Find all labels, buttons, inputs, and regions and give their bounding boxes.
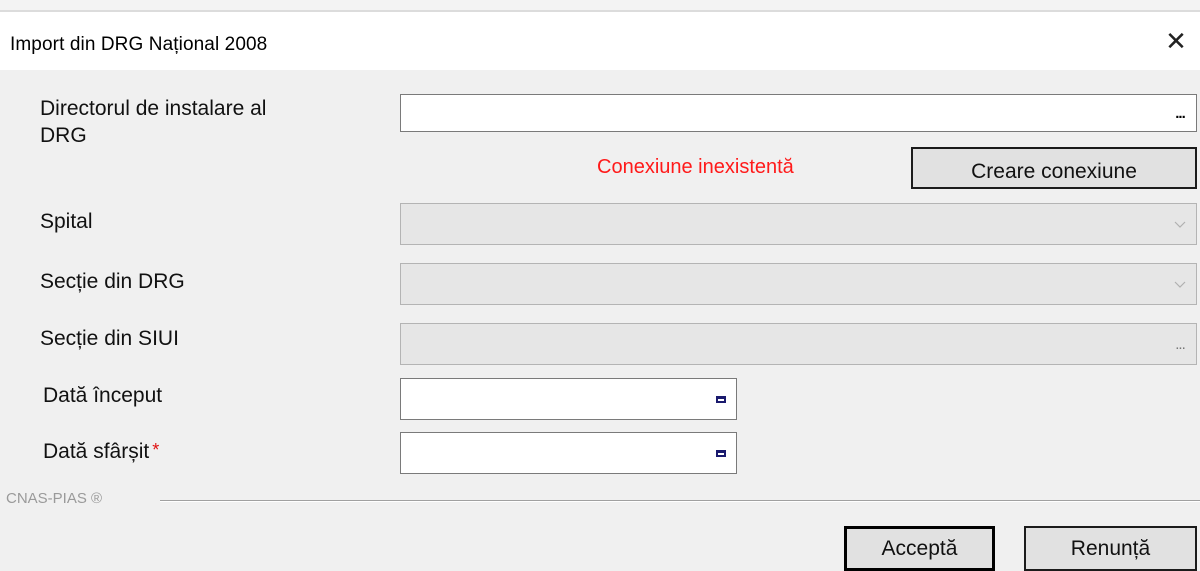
install-dir-label-line2: DRG (40, 124, 87, 147)
required-marker: * (152, 440, 160, 460)
siui-section-browse-button[interactable]: ... (1166, 326, 1194, 362)
brand-label: CNAS-PIAS ® (6, 490, 109, 507)
ellipsis-icon: ... (1175, 104, 1185, 122)
chevron-down-icon (1170, 204, 1190, 244)
ellipsis-icon: ... (1175, 335, 1185, 353)
accept-label: Acceptă (881, 536, 958, 560)
start-date-label: Dată început (43, 384, 163, 407)
dialog-body: Directorul de instalare al DRG ... Conex… (0, 70, 1200, 571)
end-date-label-text: Dată sfârșit (43, 440, 150, 463)
install-dir-input[interactable]: ... (400, 94, 1197, 132)
cancel-label: Renunță (1070, 536, 1151, 560)
end-date-label: Dată sfârșit * (43, 440, 159, 464)
end-date-picker-button[interactable] (710, 442, 732, 464)
install-dir-label: Directorul de instalare al DRG (40, 95, 266, 149)
footer-separator (160, 500, 1200, 502)
calendar-icon (716, 395, 726, 403)
install-dir-browse-button[interactable]: ... (1166, 97, 1194, 129)
create-connection-button[interactable]: Creare conexiune (911, 147, 1197, 189)
start-date-picker-button[interactable] (710, 388, 732, 410)
dialog-title: Import din DRG Național 2008 (10, 34, 268, 55)
end-date-input[interactable] (400, 432, 737, 474)
chevron-down-icon (1170, 264, 1190, 304)
create-connection-label: Creare conexiune (971, 160, 1137, 183)
start-date-input[interactable] (400, 378, 737, 420)
window-top-strip (0, 0, 1200, 10)
connection-status: Conexiune inexistentă (597, 156, 794, 178)
drg-section-select[interactable] (400, 263, 1197, 305)
install-dir-label-line1: Directorul de instalare al (40, 97, 267, 120)
hospital-label: Spital (40, 210, 93, 233)
close-icon: ✕ (1165, 25, 1187, 56)
hospital-select[interactable] (400, 203, 1197, 245)
cancel-button[interactable]: Renunță (1024, 526, 1197, 571)
accept-button[interactable]: Acceptă (844, 526, 995, 571)
drg-section-label: Secție din DRG (40, 270, 185, 293)
close-button[interactable]: ✕ (1152, 12, 1200, 70)
dialog-titlebar: Import din DRG Național 2008 ✕ (0, 12, 1200, 70)
siui-section-input[interactable]: ... (400, 323, 1197, 365)
calendar-icon (716, 449, 726, 457)
siui-section-label: Secție din SIUI (40, 327, 179, 350)
